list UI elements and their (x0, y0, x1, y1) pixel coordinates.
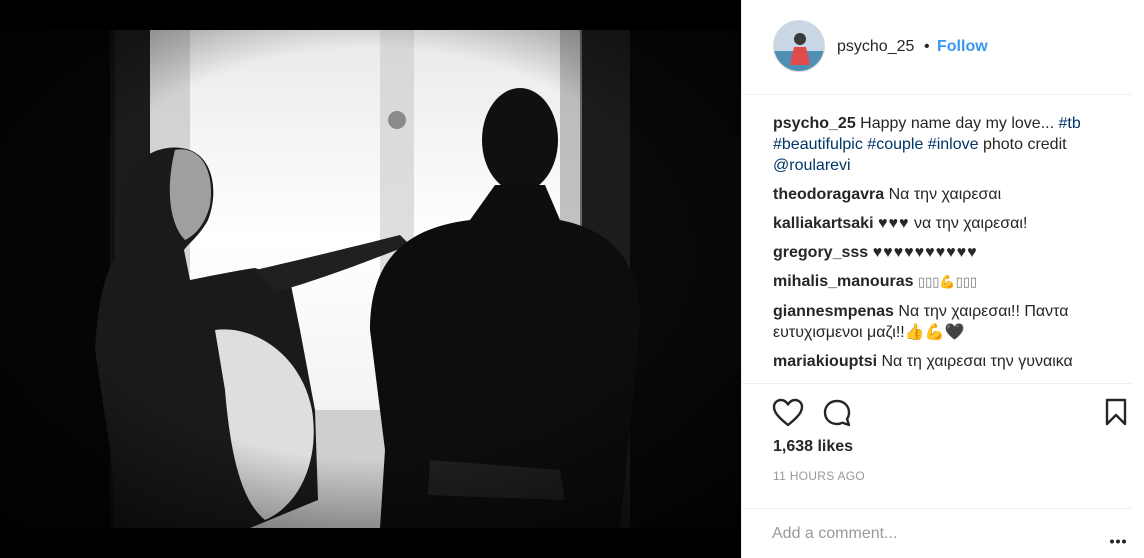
list-item: theodoragavra Να την χαιρεσαι (773, 184, 1121, 205)
header-username[interactable]: psycho_25 (837, 38, 914, 56)
list-item: mihalis_manouras ▯▯▯💪▯▯▯ (773, 271, 1121, 293)
comment-text: Να την χαιρεσαι (888, 186, 1002, 203)
post-timestamp: 11 HOURS AGO (773, 469, 866, 483)
post-photo[interactable] (0, 30, 741, 528)
comment-icon[interactable] (822, 398, 852, 428)
post-actions: 1,638 likes 11 HOURS AGO (742, 383, 1132, 508)
comment-hearts: ♥♥♥ (877, 215, 910, 232)
hashtag-beautifulpic[interactable]: #beautifulpic (773, 136, 863, 153)
comment-text: Να τη χαιρεσαι την γυναικα (881, 353, 1073, 370)
comment-input[interactable] (772, 517, 1072, 551)
caption-text: Happy name day my love... (860, 115, 1059, 132)
add-comment-bar (742, 508, 1132, 558)
list-item: gregory_sss ♥♥♥♥♥♥♥♥♥♥ (773, 242, 1121, 263)
list-item: mariakiouptsi Να τη χαιρεσαι την γυναικα (773, 351, 1121, 372)
comment-username[interactable]: kalliakartsaki (773, 215, 874, 232)
comment-emoji: ▯▯▯💪▯▯▯ (917, 275, 978, 290)
follow-button[interactable]: Follow (937, 38, 988, 56)
list-item: kalliakartsaki ♥♥♥ να την χαιρεσαι! (773, 213, 1121, 234)
comment-username[interactable]: giannesmpenas (773, 303, 894, 320)
header-separator-dot: • (924, 38, 930, 55)
comment-username[interactable]: gregory_sss (773, 244, 868, 261)
post-side-panel: psycho_25 • Follow psycho_25 Happy name … (741, 0, 1144, 558)
avatar-image (774, 21, 824, 71)
hashtag-tb[interactable]: #tb (1058, 115, 1080, 132)
caption: psycho_25 Happy name day my love... #tb … (773, 113, 1121, 176)
bookmark-icon[interactable] (1104, 398, 1128, 426)
photo-illustration (0, 30, 741, 528)
caption-username[interactable]: psycho_25 (773, 115, 856, 132)
mention-roularevi[interactable]: @roularevi (773, 157, 851, 174)
avatar[interactable] (773, 20, 825, 72)
comment-text: να την χαιρεσαι! (913, 215, 1028, 232)
post-media-pane (0, 0, 741, 558)
comment-username[interactable]: mihalis_manouras (773, 273, 914, 290)
hashtag-couple[interactable]: #couple (867, 136, 923, 153)
comment-hearts: ♥♥♥♥♥♥♥♥♥♥ (872, 244, 978, 261)
list-item: giannesmpenas Να την χαιρεσαι!! Παντα ευ… (773, 301, 1121, 343)
heart-icon[interactable] (772, 398, 804, 428)
comment-list: psycho_25 Happy name day my love... #tb … (773, 113, 1121, 383)
comment-username[interactable]: mariakiouptsi (773, 353, 877, 370)
hashtag-inlove[interactable]: #inlove (928, 136, 979, 153)
caption-credit-text: photo credit (982, 136, 1067, 153)
comment-username[interactable]: theodoragavra (773, 186, 884, 203)
more-options-icon[interactable] (1110, 531, 1126, 549)
post-header: psycho_25 • Follow (742, 0, 1132, 95)
like-count[interactable]: 1,638 likes (773, 438, 853, 456)
